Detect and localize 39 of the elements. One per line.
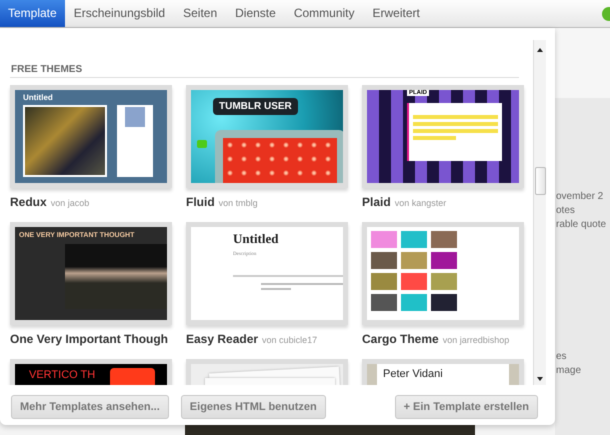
nav-tab[interactable]: Community — [284, 0, 364, 27]
theme-preview[interactable]: TUMBLR USER — [186, 85, 348, 188]
action-button[interactable]: + Ein Template erstellen — [394, 395, 538, 419]
theme-preview[interactable] — [362, 222, 524, 325]
theme-preview[interactable]: Peter Vidani — [362, 359, 524, 385]
theme-preview[interactable]: Untitled — [10, 85, 172, 188]
preview-heading: Untitled — [232, 230, 280, 247]
preview-heading: VERTICO TH — [28, 368, 96, 381]
theme-name[interactable]: Cargo Theme — [362, 332, 439, 346]
preview-heading: Untitled — [22, 92, 54, 104]
theme-name[interactable]: Plaid — [362, 195, 391, 209]
nav-tab[interactable]: Dienste — [226, 0, 285, 27]
nav-tab[interactable]: Seiten — [174, 0, 226, 27]
theme-author: von jacob — [50, 198, 90, 208]
preview-heading: TUMBLR USER — [213, 98, 298, 115]
nav-tab[interactable]: Template — [0, 0, 65, 27]
nav-tab[interactable]: Erscheinungsbild — [64, 0, 174, 27]
section-title: FREE THEMES — [10, 40, 519, 78]
background-text: es — [556, 351, 568, 363]
theme-author: von tmblg — [218, 198, 258, 208]
background-text: otes — [556, 205, 576, 217]
theme-name[interactable]: One Very Important Though — [10, 332, 168, 346]
avatar-icon — [125, 107, 145, 127]
theme-author: von jarredbishop — [442, 335, 510, 345]
background-text: mage — [556, 365, 582, 377]
camera-icon — [197, 140, 207, 148]
background-text: rable quote — [556, 219, 608, 231]
preview-heading: Peter Vidani — [382, 367, 444, 382]
theme-name[interactable]: Fluid — [186, 195, 215, 209]
theme-name[interactable]: Easy Reader — [186, 332, 258, 346]
action-button[interactable]: Mehr Templates ansehen... — [11, 395, 169, 419]
theme-author: von kangster — [394, 198, 446, 208]
theme-author: von cubicle17 — [262, 335, 318, 345]
nav-tab[interactable]: Erweitert — [364, 0, 429, 27]
action-button[interactable]: Eigenes HTML benutzen — [180, 395, 326, 419]
theme-preview[interactable]: VERTICO TH — [10, 359, 172, 385]
background-text: ovember 2 — [556, 191, 604, 203]
theme-name[interactable]: Redux — [10, 195, 47, 209]
scrollbar[interactable] — [533, 40, 546, 385]
